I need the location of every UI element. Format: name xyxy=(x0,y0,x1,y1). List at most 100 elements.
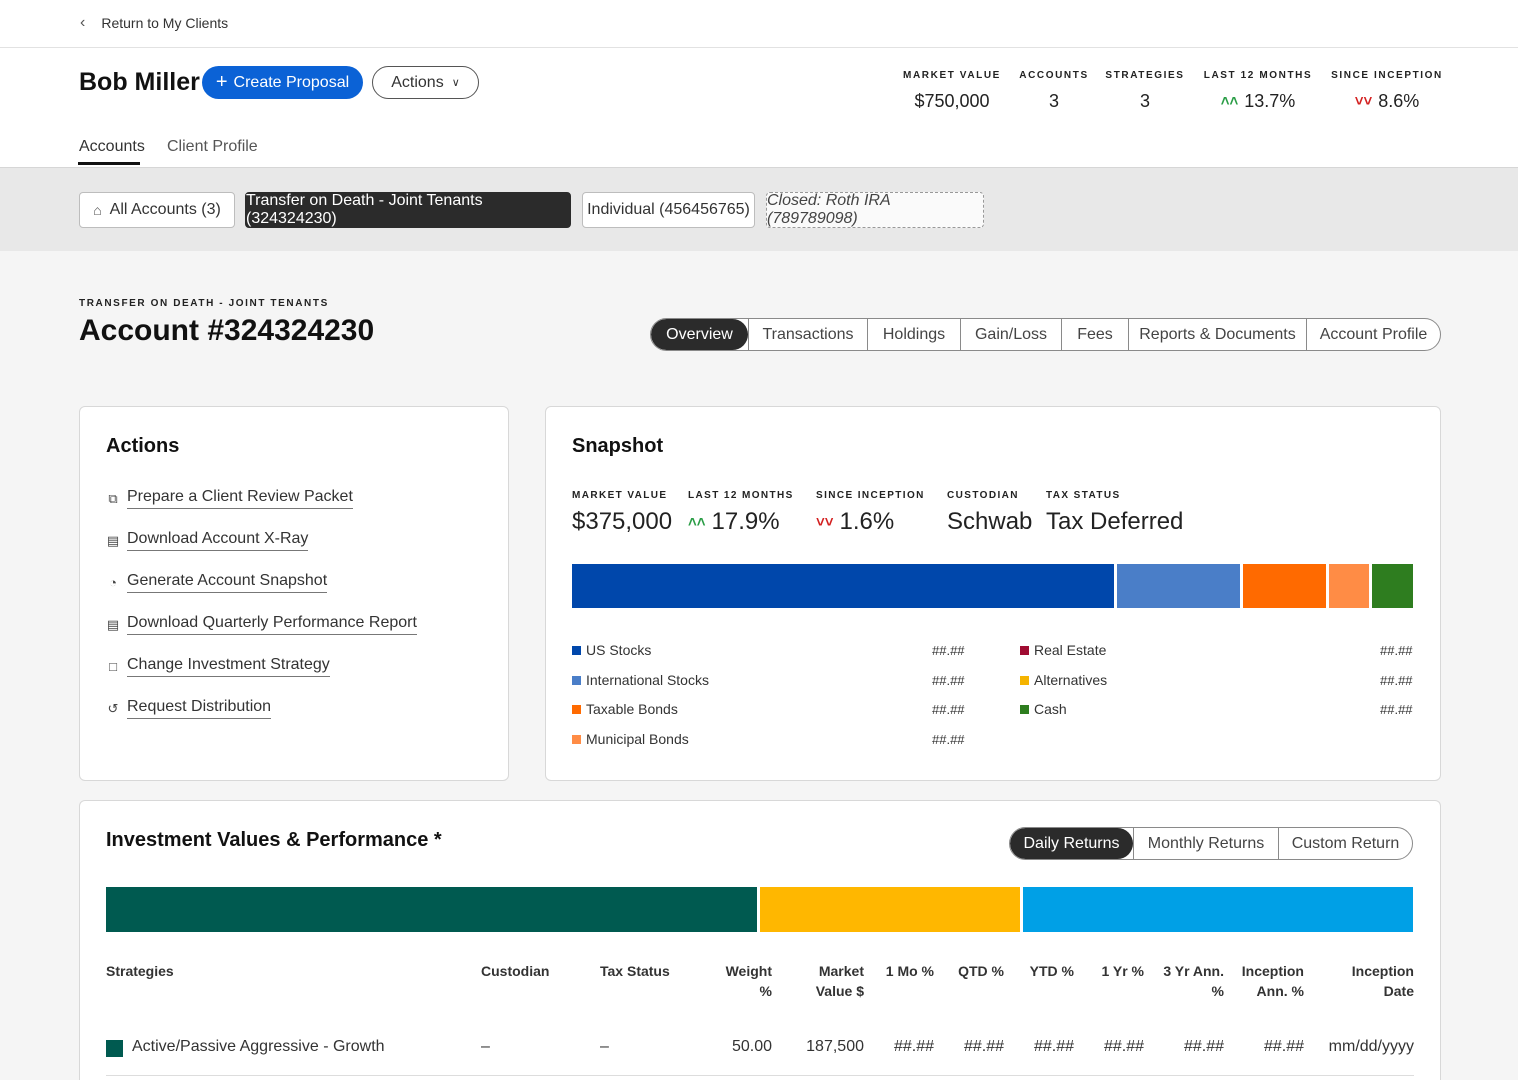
col-qtd: QTD % xyxy=(958,963,1004,979)
cell-tax-status: – xyxy=(600,1038,609,1055)
legend-swatch xyxy=(1020,704,1029,714)
metric-label: CUSTODIAN xyxy=(947,490,1019,501)
action-change-strategy[interactable]: □ Change Investment Strategy xyxy=(106,656,330,677)
performance-title: Investment Values & Performance * xyxy=(106,829,442,851)
legend-label: Cash xyxy=(1034,701,1067,717)
action-generate-snapshot[interactable]: ◔ Generate Account Snapshot xyxy=(106,572,328,593)
action-label: Generate Account Snapshot xyxy=(127,572,328,593)
col-1-mo: 1 Mo % xyxy=(885,963,934,979)
chip-label: Closed: Roth IRA (789789098) xyxy=(767,192,891,227)
metric-value: ˅˅ 1.6% xyxy=(816,508,894,536)
metric-label: LAST 12 MONTHS xyxy=(688,490,794,501)
distribution-icon: ↺ xyxy=(107,700,119,716)
action-download-xray[interactable]: ▤ Download Account X-Ray xyxy=(106,530,309,551)
legend-label: International Stocks xyxy=(586,672,709,688)
metric-value: ˄˄ 17.9% xyxy=(688,508,780,536)
client-name: Bob Miller xyxy=(79,68,200,96)
legend-international-stocks: International Stocks xyxy=(572,672,709,688)
account-type-label: TRANSFER ON DEATH - JOINT TENANTS xyxy=(79,298,329,309)
col-inception-date: Inception Date xyxy=(1351,963,1414,999)
actions-card-title: Actions xyxy=(106,435,180,457)
allocation-segment xyxy=(1329,564,1369,608)
col-3-yr-ann: 3 Yr Ann. % xyxy=(1163,963,1224,999)
chip-transfer-on-death[interactable]: Transfer on Death - Joint Tenants (32432… xyxy=(245,192,571,228)
chevron-left-icon: ‹ xyxy=(80,14,86,31)
tab-daily-returns[interactable]: Daily Returns xyxy=(1010,828,1133,859)
summary-value: 3 xyxy=(1139,91,1150,111)
create-proposal-button[interactable]: + Create Proposal xyxy=(202,66,363,99)
cell-weight: 50.00 xyxy=(731,1038,772,1055)
cell-1-yr: ##.## xyxy=(1103,1038,1144,1055)
cell-inception-date: mm/dd/yyyy xyxy=(1328,1038,1414,1055)
tab-client-profile[interactable]: Client Profile xyxy=(167,138,258,156)
account-title: Account #324324230 xyxy=(79,314,375,347)
tab-accounts[interactable]: Accounts xyxy=(79,138,145,156)
col-tax-status: Tax Status xyxy=(600,963,670,979)
trend-up-icon: ˄˄ xyxy=(1220,93,1239,110)
summary-market-value: MARKET VALUE $750,000 xyxy=(902,70,1002,112)
cell-strategy: Active/Passive Aggressive - Growth xyxy=(132,1038,385,1055)
tab-holdings[interactable]: Holdings xyxy=(867,319,960,350)
summary-since-inception: SINCE INCEPTION ˅˅ 8.6% xyxy=(1330,70,1444,112)
strategy-swatch xyxy=(106,1040,123,1057)
copy-icon: ⧉ xyxy=(108,490,118,506)
chip-label: Individual (456456765) xyxy=(587,201,750,218)
col-weight: Weight % xyxy=(725,963,772,999)
col-market-value: Market Value $ xyxy=(815,963,864,999)
chip-individual[interactable]: Individual (456456765) xyxy=(582,192,755,228)
legend-municipal-bonds: Municipal Bonds xyxy=(572,731,689,747)
chip-closed-roth-ira[interactable]: Closed: Roth IRA (789789098) xyxy=(766,192,984,228)
action-download-quarterly-report[interactable]: ▤ Download Quarterly Performance Report xyxy=(106,614,417,635)
col-ytd: YTD % xyxy=(1029,963,1074,979)
summary-label: MARKET VALUE xyxy=(903,70,1001,81)
trend-down-icon: ˅˅ xyxy=(816,513,834,531)
actions-dropdown-button[interactable]: Actions ∨ xyxy=(372,66,479,99)
legend-value: ##.## xyxy=(1380,673,1413,688)
account-tabs: Overview Transactions Holdings Gain/Loss… xyxy=(650,318,1441,351)
legend-label: Municipal Bonds xyxy=(586,731,689,747)
tab-transactions[interactable]: Transactions xyxy=(748,319,867,350)
legend-swatch xyxy=(572,675,581,685)
cell-3-yr-ann: ##.## xyxy=(1183,1038,1224,1055)
col-strategies: Strategies xyxy=(106,963,174,979)
tab-fees[interactable]: Fees xyxy=(1061,319,1128,350)
chip-all-accounts[interactable]: ⌂ All Accounts (3) xyxy=(79,192,235,228)
legend-us-stocks: US Stocks xyxy=(572,642,651,658)
legend-value: ##.## xyxy=(1380,702,1413,717)
tab-account-profile[interactable]: Account Profile xyxy=(1306,319,1440,350)
tab-overview[interactable]: Overview xyxy=(651,319,748,350)
action-request-distribution[interactable]: ↺ Request Distribution xyxy=(106,698,272,719)
trend-up-icon: ˄˄ xyxy=(688,513,706,531)
action-label: Download Quarterly Performance Report xyxy=(127,614,417,635)
summary-value: $750,000 xyxy=(914,91,990,111)
summary-value: 8.6% xyxy=(1378,91,1420,111)
legend-label: Taxable Bonds xyxy=(586,701,678,717)
col-inception-ann: Inception Ann. % xyxy=(1241,963,1304,999)
trend-down-icon: ˅˅ xyxy=(1354,93,1373,110)
home-icon: ⌂ xyxy=(93,202,102,218)
legend-value: ##.## xyxy=(932,673,965,688)
strategy-segment xyxy=(760,887,1020,932)
legend-swatch xyxy=(572,734,581,744)
legend-value: ##.## xyxy=(932,643,965,658)
col-1-yr: 1 Yr % xyxy=(1101,963,1144,979)
back-link[interactable]: ‹ Return to My Clients xyxy=(80,14,228,32)
cell-1-mo: ##.## xyxy=(893,1038,934,1055)
tab-monthly-returns[interactable]: Monthly Returns xyxy=(1133,828,1278,859)
back-link-label: Return to My Clients xyxy=(101,15,229,31)
metric-label: SINCE INCEPTION xyxy=(816,490,925,501)
action-prepare-review-packet[interactable]: ⧉ Prepare a Client Review Packet xyxy=(106,488,353,509)
tab-reports-documents[interactable]: Reports & Documents xyxy=(1128,319,1306,350)
actions-card xyxy=(79,406,509,781)
returns-toggle: Daily Returns Monthly Returns Custom Ret… xyxy=(1009,827,1413,860)
metric-value-text: $375,000 xyxy=(572,508,673,535)
strategy-segment xyxy=(106,887,757,932)
summary-label: STRATEGIES xyxy=(1105,70,1185,81)
cell-inception-ann: ##.## xyxy=(1263,1038,1304,1055)
tab-gain-loss[interactable]: Gain/Loss xyxy=(960,319,1061,350)
tab-custom-return[interactable]: Custom Return xyxy=(1278,828,1412,859)
create-proposal-label: Create Proposal xyxy=(233,73,350,91)
metric-value-text: 1.6% xyxy=(839,508,895,535)
legend-swatch xyxy=(1020,675,1029,685)
allocation-segment xyxy=(1117,564,1240,608)
